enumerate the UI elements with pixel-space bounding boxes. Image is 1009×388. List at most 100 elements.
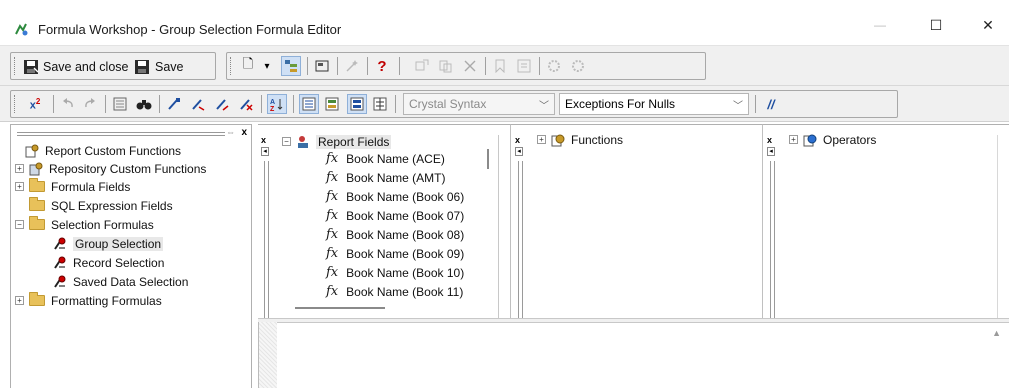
operators-pane: x ◂ + Operators [762, 124, 1009, 319]
minimize-button[interactable]: — [857, 10, 903, 40]
bookmark-toggle-button[interactable] [165, 95, 183, 113]
restore-pane-icon[interactable]: ⇔ [226, 127, 235, 137]
sort-toggle-button[interactable]: AZ [267, 94, 287, 114]
field-item[interactable]: fx Book Name (Book 06) [326, 187, 464, 206]
collapse-pane-icon[interactable]: ◂ [515, 147, 523, 156]
properties-button[interactable] [313, 57, 331, 75]
browse-data-icon [113, 97, 127, 111]
tree-item-functions[interactable]: + Functions [537, 130, 623, 149]
expand-icon[interactable]: + [789, 135, 798, 144]
tree-item-formula-fields[interactable]: + Formula Fields [15, 177, 130, 196]
field-item[interactable]: fx Book Name (Book 07) [326, 206, 464, 225]
close-pane-button[interactable]: x [261, 135, 266, 145]
operators-icon [803, 134, 817, 146]
gear-icon [572, 60, 584, 72]
expand-icon[interactable]: + [15, 182, 24, 191]
comment-icon: // [767, 96, 775, 112]
toggle-fields-tree-button[interactable] [299, 94, 319, 114]
tree-item-operators[interactable]: + Operators [789, 130, 876, 149]
close-pane-button[interactable]: x [767, 135, 772, 145]
pane-grip[interactable] [17, 132, 225, 136]
toolbar-grip[interactable] [14, 95, 17, 113]
tree-item-sql-expression-fields[interactable]: SQL Expression Fields [29, 196, 173, 215]
check-button[interactable] [545, 57, 563, 75]
field-item-label: Book Name (Book 08) [346, 227, 465, 242]
formula-editor[interactable] [277, 322, 1009, 388]
folder-icon [29, 178, 45, 192]
fields-tree-icon [302, 97, 316, 111]
duplicate-icon [439, 60, 452, 73]
expand-icon[interactable]: + [15, 164, 24, 173]
toggle-editor-button[interactable] [371, 95, 389, 113]
close-pane-button[interactable]: x [515, 135, 520, 145]
horizontal-scrollbar-thumb[interactable] [295, 307, 385, 309]
magic-wand-icon [346, 60, 358, 72]
tree-item-label: Operators [823, 132, 877, 147]
field-item-label: Book Name (Book 07) [346, 208, 465, 223]
main-toolbar: Save and close Save 🗋 ▾ ? [0, 46, 1009, 86]
exponent-button[interactable]: x2 [25, 95, 45, 113]
collapse-pane-icon[interactable]: ◂ [261, 147, 269, 156]
duplicate-button[interactable] [437, 57, 455, 75]
comment-button[interactable]: // [761, 95, 781, 113]
field-item[interactable]: fx Book Name (Book 09) [326, 244, 464, 263]
toggle-operators-tree-button[interactable] [347, 94, 367, 114]
field-item-label: Book Name (Book 06) [346, 189, 465, 204]
expand-icon[interactable]: + [15, 296, 24, 305]
field-item[interactable]: fx Book Name (AMT) [326, 168, 446, 187]
toggle-functions-tree-button[interactable] [323, 95, 341, 113]
tree-item-saved-data-selection[interactable]: Saved Data Selection [53, 272, 188, 291]
tree-item-record-selection[interactable]: Record Selection [53, 253, 164, 272]
tree-item-label: SQL Expression Fields [51, 198, 173, 213]
field-item[interactable]: fx Book Name (Book 08) [326, 225, 464, 244]
magic-wand-button[interactable] [343, 57, 361, 75]
tree-item-repository-custom-functions[interactable]: + Repository Custom Functions [15, 159, 206, 178]
next-bookmark-button[interactable] [189, 95, 207, 113]
formula-toolbar: x2 AZ Crystal Syntax ﹀ Exceptions For Nu… [0, 86, 1009, 122]
tree-item-report-custom-functions[interactable]: Report Custom Functions [25, 141, 181, 160]
browse-button[interactable] [515, 57, 533, 75]
run-button[interactable] [569, 57, 587, 75]
delete-button[interactable] [461, 57, 479, 75]
rename-button[interactable] [413, 57, 431, 75]
tree-item-formatting-formulas[interactable]: + Formatting Formulas [15, 291, 162, 310]
scroll-up-icon[interactable]: ▲ [992, 328, 1001, 338]
bookmark-button[interactable] [491, 57, 509, 75]
field-item[interactable]: fx Book Name (ACE) [326, 149, 445, 168]
undo-button[interactable] [59, 95, 77, 113]
toggle-tree-button[interactable] [281, 56, 301, 76]
collapse-icon[interactable]: − [282, 137, 291, 146]
save-button[interactable]: Save [134, 58, 184, 76]
collapse-pane-icon[interactable]: ◂ [767, 147, 775, 156]
selection-formula-icon [54, 237, 66, 250]
tree-item-group-selection[interactable]: Group Selection [53, 234, 164, 253]
field-item[interactable]: fx Book Name (Book 11) [326, 282, 463, 301]
toolbar-grip[interactable] [14, 57, 17, 75]
tree-item-selection-formulas[interactable]: − Selection Formulas [15, 215, 154, 234]
formula-field-icon: fx [326, 151, 339, 166]
close-pane-button[interactable]: x [241, 127, 247, 138]
folder-open-icon [29, 216, 45, 230]
maximize-button[interactable]: ☐ [913, 10, 959, 40]
tree-item-label: Group Selection [73, 236, 164, 251]
expand-icon[interactable]: + [537, 135, 546, 144]
toolbar-grip[interactable] [230, 57, 233, 75]
functions-pane: x ◂ + Functions [510, 124, 762, 319]
formula-toolbar-group: x2 AZ Crystal Syntax ﹀ Exceptions For Nu… [10, 90, 898, 118]
help-button[interactable]: ? [373, 57, 391, 75]
save-and-close-button[interactable]: Save and close [23, 58, 128, 76]
new-dropdown-button[interactable]: ▾ [261, 57, 273, 75]
vertical-scrollbar-thumb[interactable] [487, 149, 489, 169]
tree-item-label: Repository Custom Functions [49, 161, 207, 176]
find-button[interactable] [135, 95, 153, 113]
field-item[interactable]: fx Book Name (Book 10) [326, 263, 464, 282]
browse-data-button[interactable] [111, 95, 129, 113]
new-formula-button[interactable]: 🗋 [239, 56, 257, 75]
collapse-icon[interactable]: − [15, 220, 24, 229]
clear-bookmarks-button[interactable] [237, 95, 255, 113]
close-button[interactable]: ✕ [965, 10, 1009, 40]
null-handling-select[interactable]: Exceptions For Nulls ﹀ [559, 93, 749, 115]
syntax-select[interactable]: Crystal Syntax ﹀ [403, 93, 555, 115]
redo-button[interactable] [81, 95, 99, 113]
previous-bookmark-button[interactable] [213, 95, 231, 113]
